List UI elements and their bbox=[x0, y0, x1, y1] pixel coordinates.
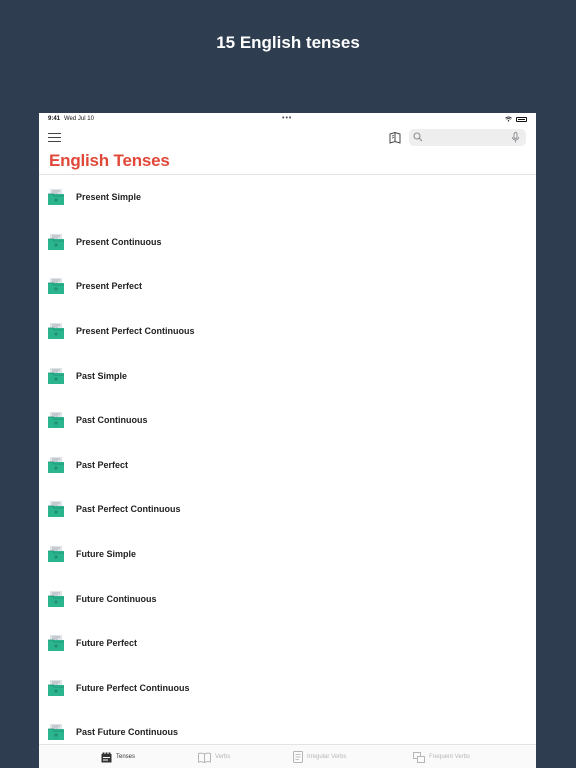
grammar-book-icon bbox=[48, 635, 64, 652]
tense-list[interactable]: Present Simple Present Continuous Present … bbox=[39, 175, 536, 744]
grammar-book-icon bbox=[48, 724, 64, 741]
grammar-book-icon bbox=[48, 590, 64, 607]
tense-label: Future Continuous bbox=[76, 593, 157, 604]
tense-label: Present Perfect bbox=[76, 281, 143, 292]
tense-list-item[interactable]: Future Perfect bbox=[39, 621, 536, 666]
tense-label: Past Perfect bbox=[76, 459, 129, 470]
search-icon bbox=[413, 132, 423, 142]
wifi-icon bbox=[505, 116, 512, 122]
tense-list-item[interactable]: Past Simple bbox=[39, 353, 536, 398]
book-icon[interactable] bbox=[388, 131, 402, 145]
tense-list-item[interactable]: Future Continuous bbox=[39, 576, 536, 621]
tab-label: Frequent Verbs bbox=[429, 754, 471, 760]
tense-label: Past Perfect Continuous bbox=[76, 504, 181, 515]
grammar-book-icon bbox=[48, 679, 64, 696]
tense-list-item[interactable]: Past Future Continuous bbox=[39, 710, 536, 744]
tab-bar: Tenses Verbs Irregular Verbs Frequent Ve… bbox=[39, 744, 536, 768]
tense-list-item[interactable]: Future Perfect Continuous bbox=[39, 666, 536, 711]
navigation-bar: English Tenses bbox=[39, 125, 536, 175]
page-title: English Tenses bbox=[49, 151, 170, 170]
promo-title: 15 English tenses bbox=[216, 33, 360, 52]
tense-label: Past Continuous bbox=[76, 415, 148, 426]
document-icon bbox=[293, 751, 303, 763]
tab-verbs[interactable]: Verbs bbox=[198, 750, 230, 764]
tense-label: Present Continuous bbox=[76, 236, 162, 247]
grammar-book-icon bbox=[48, 278, 64, 295]
tab-tenses[interactable]: Tenses bbox=[101, 750, 135, 764]
tense-list-item[interactable]: Present Perfect bbox=[39, 264, 536, 309]
search-box[interactable] bbox=[409, 129, 526, 146]
book-open-icon bbox=[198, 752, 211, 763]
grammar-book-icon bbox=[48, 323, 64, 340]
tenses-icon bbox=[101, 752, 112, 762]
grammar-book-icon bbox=[48, 233, 64, 250]
search-input[interactable] bbox=[426, 131, 508, 144]
tense-label: Future Perfect Continuous bbox=[76, 682, 190, 693]
grammar-book-icon bbox=[48, 456, 64, 473]
battery-icon bbox=[516, 117, 527, 122]
cards-icon bbox=[413, 751, 425, 763]
status-date: Wed Jul 10 bbox=[64, 116, 94, 122]
grammar-book-icon bbox=[48, 546, 64, 563]
grammar-book-icon bbox=[48, 367, 64, 384]
tense-list-item[interactable]: Present Continuous bbox=[39, 220, 536, 265]
grammar-book-icon bbox=[48, 412, 64, 429]
device-screen: 9:41 Wed Jul 10 ••• English Tenses Prese… bbox=[39, 113, 536, 768]
tense-label: Past Future Continuous bbox=[76, 727, 178, 738]
tense-list-item[interactable]: Present Simple bbox=[39, 175, 536, 220]
tense-list-item[interactable]: Future Simple bbox=[39, 532, 536, 577]
tense-label: Future Simple bbox=[76, 549, 137, 560]
tense-label: Present Simple bbox=[76, 192, 142, 203]
tense-list-item[interactable]: Past Perfect Continuous bbox=[39, 487, 536, 532]
menu-icon[interactable] bbox=[48, 133, 62, 143]
tab-frequent-verbs[interactable]: Frequent Verbs bbox=[413, 750, 470, 764]
tense-list-item[interactable]: Past Continuous bbox=[39, 398, 536, 443]
grammar-book-icon bbox=[48, 501, 64, 518]
status-bar: 9:41 Wed Jul 10 ••• bbox=[39, 113, 536, 125]
grammar-book-icon bbox=[48, 189, 64, 206]
tense-list-item[interactable]: Present Perfect Continuous bbox=[39, 309, 536, 354]
tense-label: Future Perfect bbox=[76, 638, 138, 649]
tense-label: Present Perfect Continuous bbox=[76, 326, 195, 337]
tab-label: Tenses bbox=[116, 754, 136, 760]
tense-list-item[interactable]: Past Perfect bbox=[39, 443, 536, 488]
tab-irregular-verbs[interactable]: Irregular Verbs bbox=[293, 750, 346, 764]
tab-label: Verbs bbox=[215, 754, 231, 760]
status-time: 9:41 bbox=[48, 116, 61, 122]
microphone-icon[interactable] bbox=[511, 132, 520, 143]
multitask-dots[interactable]: ••• bbox=[282, 115, 292, 122]
tense-label: Past Simple bbox=[76, 370, 128, 381]
tab-label: Irregular Verbs bbox=[307, 754, 347, 760]
